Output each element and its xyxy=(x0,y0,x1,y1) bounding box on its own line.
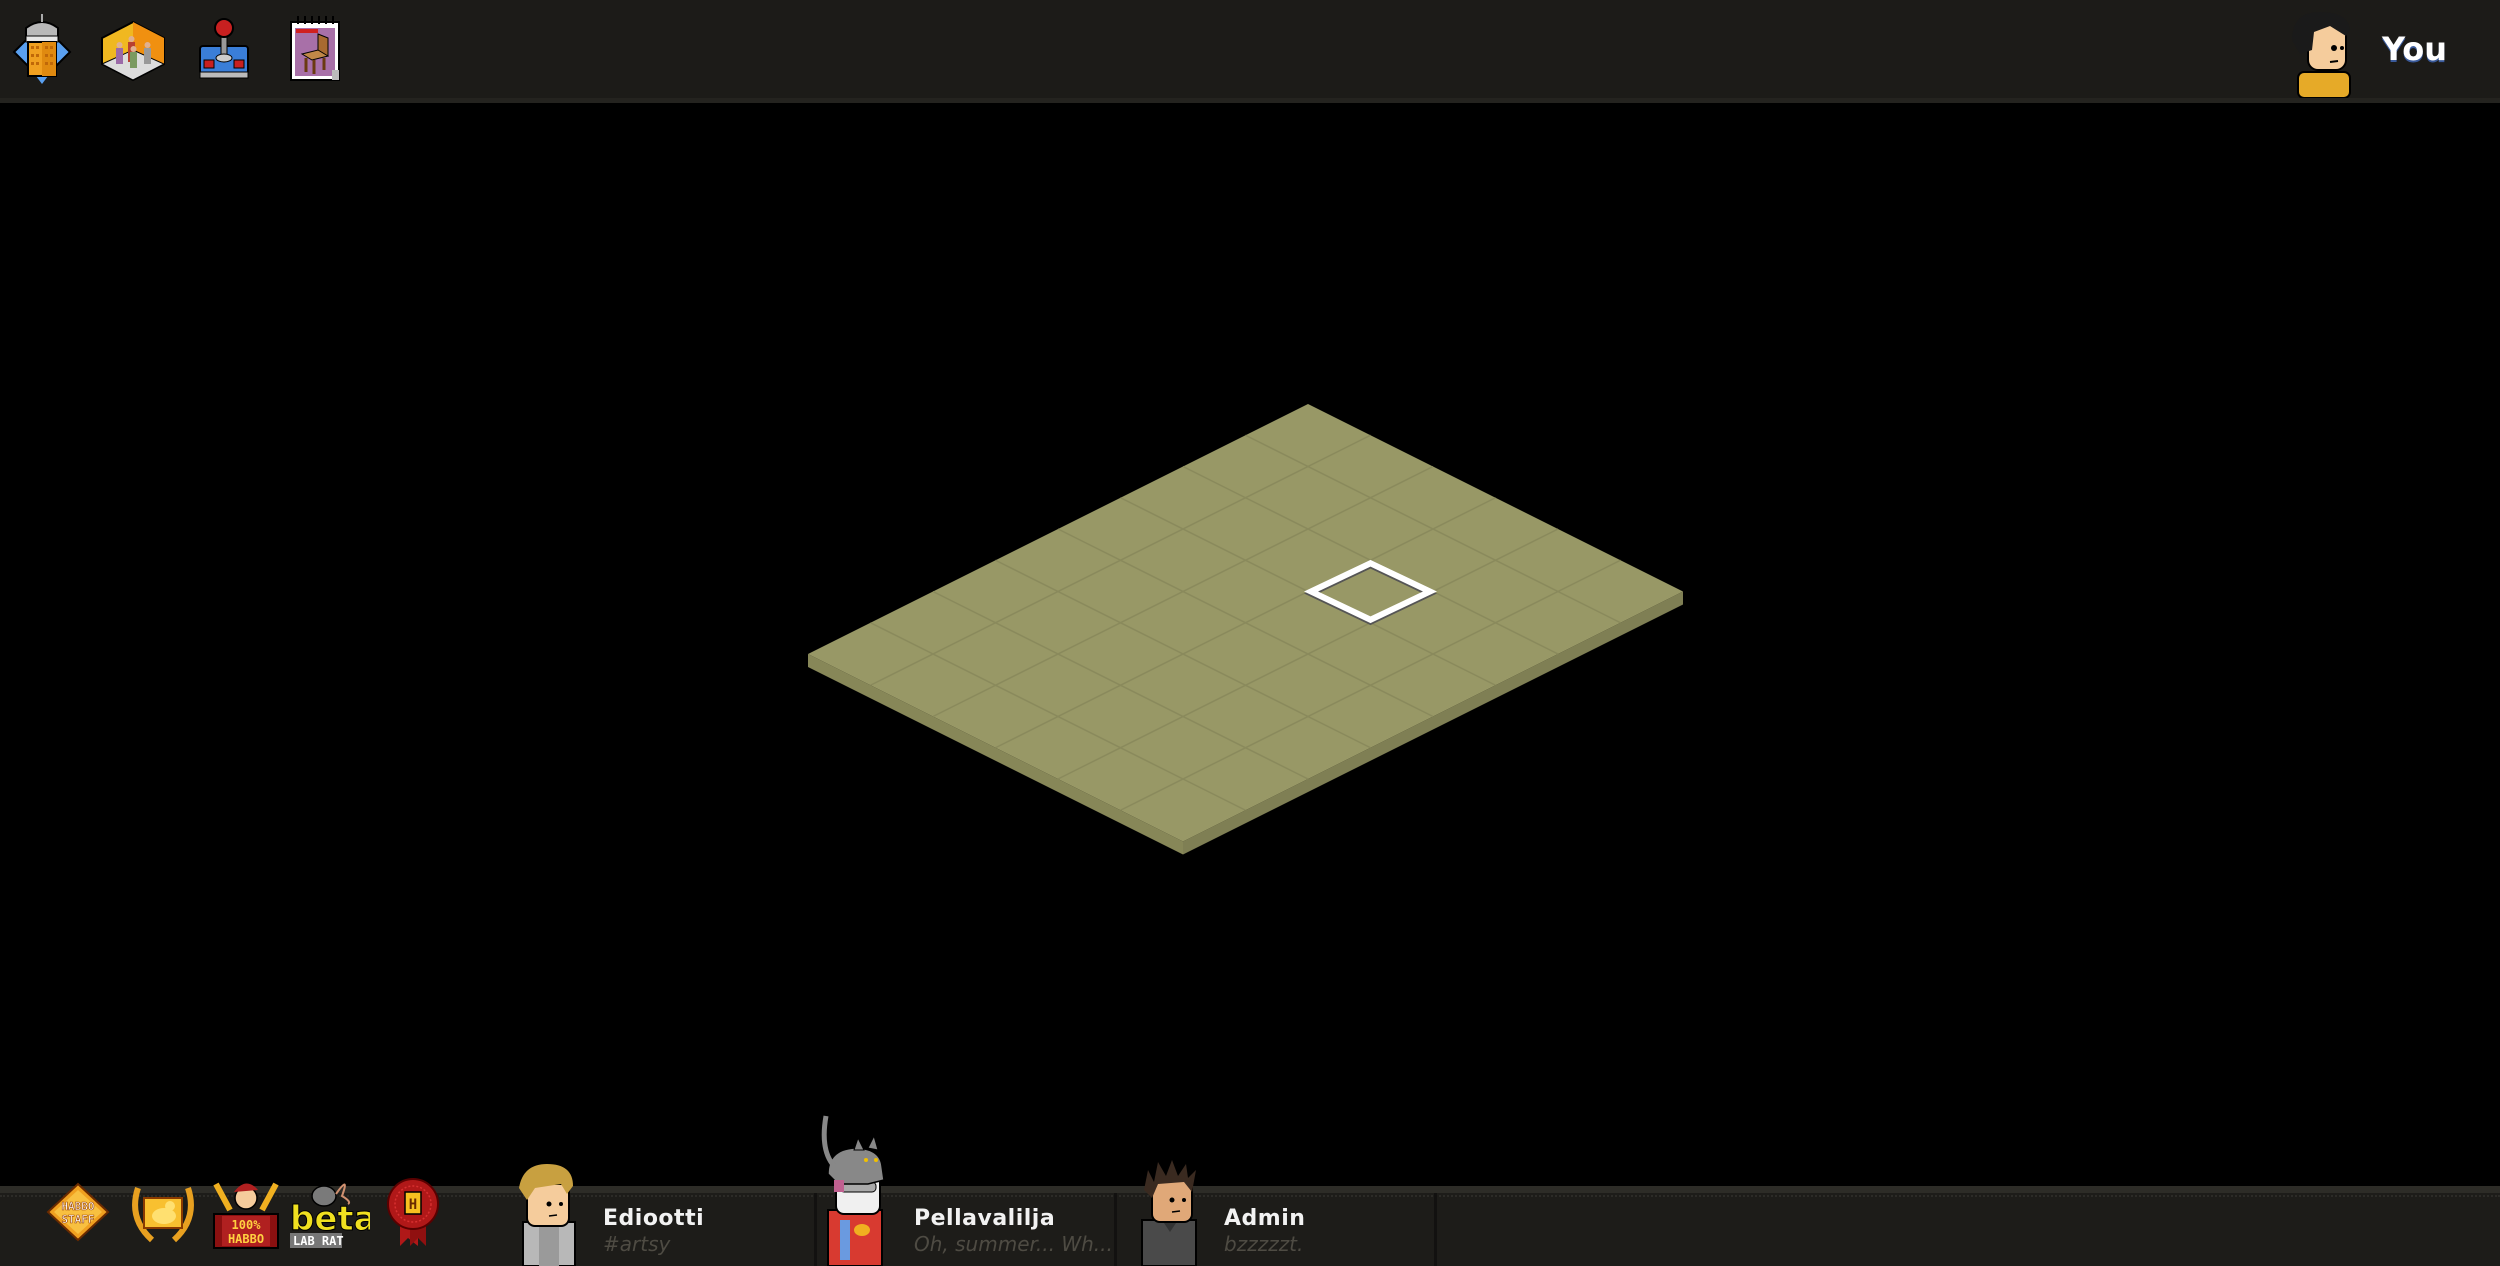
games-button[interactable] xyxy=(198,18,250,80)
top-toolbar: You xyxy=(0,0,2500,103)
badge-golden-duck[interactable] xyxy=(128,1178,198,1248)
user-separator xyxy=(1114,1193,1117,1266)
seal-letter: H xyxy=(409,1197,417,1213)
avatar-ediootti xyxy=(519,1164,576,1266)
user-motto: #artsy xyxy=(603,1232,671,1256)
rooms-navigator-button[interactable] xyxy=(100,20,166,82)
games-joystick-icon xyxy=(199,18,249,79)
badge-red-seal[interactable]: H xyxy=(386,1178,440,1248)
habbo-staff-badge-icon: HABBO STAFF xyxy=(46,1182,110,1242)
own-profile-label[interactable]: You xyxy=(2382,30,2447,68)
100-percent-habbo-badge-icon: 100% HABBO xyxy=(213,1182,279,1249)
user-card-pellavalilja[interactable]: Pellavalilja Oh, summer... Wh... xyxy=(818,1115,1114,1266)
user-separator xyxy=(814,1193,817,1266)
svg-text:STAFF: STAFF xyxy=(61,1213,94,1226)
svg-text:HABBO: HABBO xyxy=(228,1232,264,1246)
user-separator xyxy=(1434,1193,1437,1266)
room-canvas[interactable] xyxy=(0,103,2500,1186)
badge-beta-lab-rat[interactable]: beta LAB RAT xyxy=(290,1174,377,1250)
avatar-pellavalilja xyxy=(821,1115,885,1266)
badge-habbo-staff[interactable]: HABBO STAFF xyxy=(46,1182,110,1242)
avatar-admin xyxy=(1141,1160,1197,1266)
user-name: Ediootti xyxy=(603,1206,705,1231)
user-motto: bzzzzzt. xyxy=(1224,1232,1304,1256)
red-seal-h-badge-icon: H xyxy=(387,1178,439,1246)
room-floor[interactable] xyxy=(0,103,2500,1186)
hotel-view-button[interactable] xyxy=(10,14,74,84)
rooms-navigator-icon xyxy=(100,20,166,82)
svg-text:100%: 100% xyxy=(232,1218,262,1232)
beta-lab-rat-badge-icon: beta LAB RAT xyxy=(290,1183,377,1248)
catalog-icon xyxy=(290,16,340,81)
catalog-button[interactable] xyxy=(288,14,344,82)
user-motto: Oh, summer... Wh... xyxy=(914,1232,1113,1256)
user-card-admin[interactable]: Admin bzzzzzt. xyxy=(1118,1160,1434,1266)
user-name: Pellavalilja xyxy=(914,1206,1056,1231)
svg-text:LAB RAT: LAB RAT xyxy=(293,1234,344,1248)
user-card-ediootti[interactable]: Ediootti #artsy xyxy=(515,1164,815,1266)
user-name: Admin xyxy=(1224,1206,1306,1231)
golden-duck-laurel-badge-icon xyxy=(132,1187,194,1243)
own-avatar-icon xyxy=(2292,12,2351,99)
svg-text:HABBO: HABBO xyxy=(61,1200,94,1213)
own-avatar-button[interactable] xyxy=(2290,10,2356,99)
hotel-view-icon xyxy=(12,14,72,84)
badge-100-habbo[interactable]: 100% HABBO xyxy=(210,1176,282,1250)
